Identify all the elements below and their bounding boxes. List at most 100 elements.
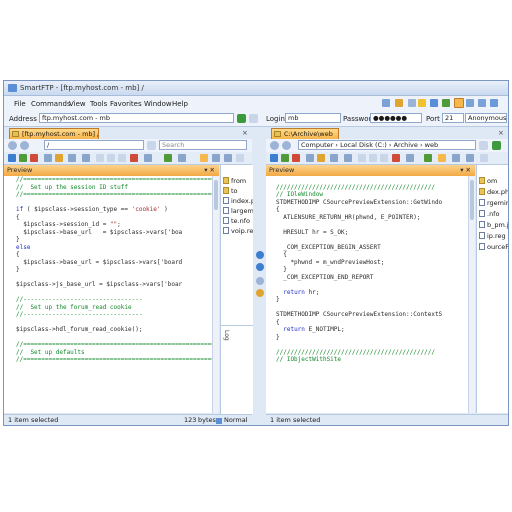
refresh-icon[interactable]	[270, 154, 278, 162]
back-icon[interactable]	[8, 141, 17, 150]
copy-icon[interactable]	[369, 154, 377, 162]
file-list-item[interactable]: .nfo	[479, 210, 499, 218]
properties-icon[interactable]	[344, 154, 352, 162]
path-dropdown-icon[interactable]	[147, 141, 156, 150]
local-file-list[interactable]: om dex.php rgeminus.g .nfo b_pm.js ip.reg ourc…	[476, 165, 508, 413]
copy-icon[interactable]	[107, 154, 115, 162]
pin-icon[interactable]: ▾ ✕	[204, 165, 215, 176]
toolbar-active-icon[interactable]	[454, 98, 464, 108]
view-icon[interactable]	[68, 154, 76, 162]
breadcrumb-web[interactable]: web	[425, 141, 438, 149]
forward-icon[interactable]	[282, 141, 291, 150]
file-list-item[interactable]: rgeminus.g	[479, 199, 508, 207]
new-folder-icon[interactable]	[317, 154, 325, 162]
menu-help[interactable]: Help	[172, 100, 188, 108]
delete-icon[interactable]	[392, 154, 400, 162]
toolbar-panel-icon[interactable]	[490, 99, 498, 107]
compare-icon[interactable]	[256, 289, 264, 297]
bookmark-icon[interactable]	[452, 154, 460, 162]
favorites-star-icon[interactable]	[418, 99, 426, 107]
go-icon[interactable]	[492, 141, 501, 150]
bookmark-icon[interactable]	[212, 154, 220, 162]
refresh-icon[interactable]	[8, 154, 16, 162]
close-icon[interactable]: ×	[242, 129, 248, 137]
menu-window[interactable]: Window	[144, 100, 172, 108]
login-mode-select[interactable]: Anonymous	[465, 113, 507, 123]
home-icon[interactable]	[281, 154, 289, 162]
local-breadcrumb[interactable]: Computer › Local Disk (C:) › Archive › w…	[298, 140, 476, 150]
preview-toggle-icon[interactable]	[200, 154, 208, 162]
go-connect-icon[interactable]	[237, 114, 246, 123]
menu-file[interactable]: File	[14, 100, 26, 108]
file-list-item[interactable]: te.nfo	[223, 217, 250, 225]
file-list-item[interactable]: ourcePreviewEx	[479, 243, 508, 251]
right-code-preview[interactable]: ////////////////////////////////////////…	[266, 176, 468, 413]
upload-arrow-icon[interactable]	[256, 251, 264, 259]
back-icon[interactable]	[270, 141, 279, 150]
file-list-item[interactable]: dex.php	[479, 188, 508, 196]
sync-icon[interactable]	[178, 154, 186, 162]
tab-remote-ftp[interactable]: [ftp.myhost.com - mb] /	[9, 128, 99, 139]
parent-folder-icon[interactable]	[44, 154, 52, 162]
address-field[interactable]: ftp.myhost.com - mb	[39, 113, 234, 123]
file-list-item[interactable]: voip.re	[223, 227, 253, 235]
properties-icon[interactable]	[82, 154, 90, 162]
port-field[interactable]: 21	[442, 113, 464, 123]
stop-icon[interactable]	[292, 154, 300, 162]
scroll-thumb[interactable]	[214, 180, 218, 210]
toolbar-folder-icon[interactable]	[395, 99, 403, 107]
dropdown-icon[interactable]	[249, 114, 258, 123]
more-icon[interactable]	[236, 154, 244, 162]
remote-path-field[interactable]: /	[44, 140, 144, 150]
paste-icon[interactable]	[380, 154, 388, 162]
cut-icon[interactable]	[96, 154, 104, 162]
forward-icon[interactable]	[20, 141, 29, 150]
file-list-item[interactable]: largem	[223, 207, 253, 215]
file-list-item[interactable]: to	[223, 187, 238, 195]
scroll-thumb[interactable]	[470, 180, 474, 220]
paste-icon[interactable]	[118, 154, 126, 162]
close-icon[interactable]: ×	[498, 129, 504, 137]
left-code-preview[interactable]: //======================================…	[4, 176, 212, 413]
tab-local-folder[interactable]: C:\Archive\web	[271, 128, 339, 139]
transfer-mode-status[interactable]: Normal	[224, 415, 248, 425]
filter-icon[interactable]	[466, 154, 474, 162]
transfer-icon[interactable]	[144, 154, 152, 162]
parent-folder-icon[interactable]	[306, 154, 314, 162]
connect-icon[interactable]	[19, 154, 27, 162]
password-field[interactable]: ●●●●●●	[370, 113, 422, 123]
pin-icon[interactable]: ▾ ✕	[460, 165, 471, 176]
menu-tools[interactable]: Tools	[90, 100, 107, 108]
preview-toggle-icon[interactable]	[438, 154, 446, 162]
stop-icon[interactable]	[30, 154, 38, 162]
breadcrumb-archive[interactable]: Archive	[394, 141, 418, 149]
sync-arrow-icon[interactable]	[256, 277, 264, 285]
right-preview-scrollbar[interactable]	[468, 176, 475, 413]
breadcrumb-computer[interactable]: Computer	[301, 141, 333, 149]
file-list-item[interactable]: index.p	[223, 197, 253, 205]
more-icon[interactable]	[480, 154, 488, 162]
file-list-item[interactable]: b_pm.js	[479, 221, 508, 229]
menu-view[interactable]: View	[69, 100, 86, 108]
queue-icon[interactable]	[164, 154, 172, 162]
queue-icon[interactable]	[424, 154, 432, 162]
toolbar-arrow-icon[interactable]	[408, 99, 416, 107]
menu-favorites[interactable]: Favorites	[110, 100, 142, 108]
new-folder-icon[interactable]	[55, 154, 63, 162]
file-list-item[interactable]: from	[223, 177, 246, 185]
file-list-item[interactable]: om	[479, 177, 497, 185]
remote-file-list[interactable]: from to index.p largem te.nfo voip.re	[220, 165, 253, 325]
search-input[interactable]: Search	[159, 140, 247, 150]
toolbar-window-icon[interactable]	[382, 99, 390, 107]
toolbar-grid-icon[interactable]	[478, 99, 486, 107]
delete-icon[interactable]	[130, 154, 138, 162]
view-icon[interactable]	[330, 154, 338, 162]
toolbar-layout-icon[interactable]	[466, 99, 474, 107]
breadcrumb-local-disk[interactable]: Local Disk (C:)	[340, 141, 387, 149]
left-preview-scrollbar[interactable]	[212, 176, 219, 413]
download-arrow-icon[interactable]	[256, 263, 264, 271]
filter-icon[interactable]	[224, 154, 232, 162]
file-list-item[interactable]: ip.reg	[479, 232, 506, 240]
menu-commands[interactable]: Commands	[31, 100, 71, 108]
login-field[interactable]: mb	[285, 113, 341, 123]
